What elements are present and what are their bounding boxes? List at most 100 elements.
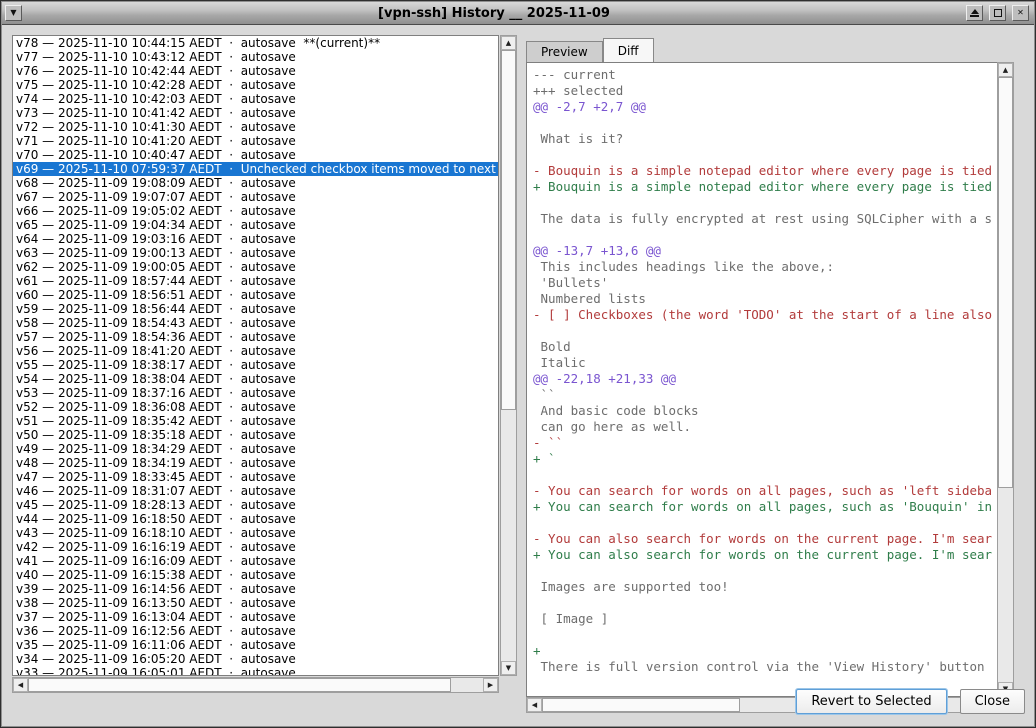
list-item[interactable]: v52 — 2025-11-09 18:36:08 AEDT · autosav…: [13, 400, 498, 414]
diff-line: [533, 195, 997, 211]
list-item[interactable]: v48 — 2025-11-09 18:34:19 AEDT · autosav…: [13, 456, 498, 470]
version-list-frame: v78 — 2025-11-10 10:44:15 AEDT · autosav…: [12, 35, 517, 693]
diff-line: + `: [533, 451, 997, 467]
list-item[interactable]: v70 — 2025-11-10 10:40:47 AEDT · autosav…: [13, 148, 498, 162]
close-window-button[interactable]: ✕: [1012, 5, 1029, 21]
diff-line: [533, 627, 997, 643]
list-item[interactable]: v74 — 2025-11-10 10:42:03 AEDT · autosav…: [13, 92, 498, 106]
scroll-left-icon[interactable]: ◀: [527, 698, 542, 712]
list-item[interactable]: v43 — 2025-11-09 16:18:10 AEDT · autosav…: [13, 526, 498, 540]
diff-line: ``: [533, 387, 997, 403]
list-item[interactable]: v60 — 2025-11-09 18:56:51 AEDT · autosav…: [13, 288, 498, 302]
scrollbar-thumb[interactable]: [501, 50, 516, 410]
maximize-button[interactable]: [989, 5, 1006, 21]
list-item[interactable]: v44 — 2025-11-09 16:18:50 AEDT · autosav…: [13, 512, 498, 526]
title-bar[interactable]: ▼ [vpn-ssh] History __ 2025-11-09 ✕: [2, 2, 1034, 25]
revert-to-selected-button[interactable]: Revert to Selected: [796, 689, 946, 714]
list-item[interactable]: v47 — 2025-11-09 18:33:45 AEDT · autosav…: [13, 470, 498, 484]
tab-preview[interactable]: Preview: [526, 41, 603, 62]
diff-line: The data is fully encrypted at rest usin…: [533, 211, 997, 227]
list-item[interactable]: v40 — 2025-11-09 16:15:38 AEDT · autosav…: [13, 568, 498, 582]
list-item[interactable]: v55 — 2025-11-09 18:38:17 AEDT · autosav…: [13, 358, 498, 372]
diff-line: Bold: [533, 339, 997, 355]
diff-line: + You can also search for words on the c…: [533, 547, 997, 563]
scroll-down-icon[interactable]: ▼: [501, 661, 516, 675]
list-item[interactable]: v56 — 2025-11-09 18:41:20 AEDT · autosav…: [13, 344, 498, 358]
list-item[interactable]: v66 — 2025-11-09 19:05:02 AEDT · autosav…: [13, 204, 498, 218]
list-item[interactable]: v33 — 2025-11-09 16:05:01 AEDT · autosav…: [13, 666, 498, 676]
shade-button[interactable]: [966, 5, 983, 21]
list-item[interactable]: v67 — 2025-11-09 19:07:07 AEDT · autosav…: [13, 190, 498, 204]
list-item[interactable]: v46 — 2025-11-09 18:31:07 AEDT · autosav…: [13, 484, 498, 498]
list-item[interactable]: v75 — 2025-11-10 10:42:28 AEDT · autosav…: [13, 78, 498, 92]
diff-line: - Bouquin is a simple notepad editor whe…: [533, 163, 997, 179]
list-item[interactable]: v78 — 2025-11-10 10:44:15 AEDT · autosav…: [13, 36, 498, 50]
diff-line: What is it?: [533, 131, 997, 147]
list-item[interactable]: v71 — 2025-11-10 10:41:20 AEDT · autosav…: [13, 134, 498, 148]
list-item[interactable]: v72 — 2025-11-10 10:41:30 AEDT · autosav…: [13, 120, 498, 134]
button-bar: Revert to Selected Close: [796, 689, 1025, 714]
list-item[interactable]: v38 — 2025-11-09 16:13:50 AEDT · autosav…: [13, 596, 498, 610]
list-item[interactable]: v65 — 2025-11-09 19:04:34 AEDT · autosav…: [13, 218, 498, 232]
list-item[interactable]: v62 — 2025-11-09 19:00:05 AEDT · autosav…: [13, 260, 498, 274]
diff-line: + You can search for words on all pages,…: [533, 499, 997, 515]
list-item[interactable]: v34 — 2025-11-09 16:05:20 AEDT · autosav…: [13, 652, 498, 666]
list-item[interactable]: v58 — 2025-11-09 18:54:43 AEDT · autosav…: [13, 316, 498, 330]
scroll-up-icon[interactable]: ▲: [998, 63, 1013, 77]
diff-line: +: [533, 643, 997, 659]
window-menu-button[interactable]: ▼: [5, 5, 22, 21]
list-item[interactable]: v51 — 2025-11-09 18:35:42 AEDT · autosav…: [13, 414, 498, 428]
diff-line: [ Image ]: [533, 611, 997, 627]
list-item[interactable]: v59 — 2025-11-09 18:56:44 AEDT · autosav…: [13, 302, 498, 316]
diff-line: can go here as well.: [533, 419, 997, 435]
diff-line: And basic code blocks: [533, 403, 997, 419]
diff-line: - You can search for words on all pages,…: [533, 483, 997, 499]
diff-text: --- current+++ selected@@ -2,7 +2,7 @@ W…: [527, 63, 997, 675]
list-item[interactable]: v77 — 2025-11-10 10:43:12 AEDT · autosav…: [13, 50, 498, 64]
list-item[interactable]: v36 — 2025-11-09 16:12:56 AEDT · autosav…: [13, 624, 498, 638]
list-item[interactable]: v69 — 2025-11-10 07:59:37 AEDT · Uncheck…: [13, 162, 498, 176]
list-item[interactable]: v37 — 2025-11-09 16:13:04 AEDT · autosav…: [13, 610, 498, 624]
list-item[interactable]: v35 — 2025-11-09 16:11:06 AEDT · autosav…: [13, 638, 498, 652]
maximize-icon: [994, 9, 1002, 17]
list-item[interactable]: v63 — 2025-11-09 19:00:13 AEDT · autosav…: [13, 246, 498, 260]
tab-diff[interactable]: Diff: [603, 38, 654, 62]
diff-vertical-scrollbar[interactable]: ▲ ▼: [997, 62, 1014, 697]
scrollbar-thumb[interactable]: [998, 77, 1013, 488]
list-item[interactable]: v42 — 2025-11-09 16:16:19 AEDT · autosav…: [13, 540, 498, 554]
scroll-left-icon[interactable]: ◀: [13, 678, 28, 692]
list-item[interactable]: v50 — 2025-11-09 18:35:18 AEDT · autosav…: [13, 428, 498, 442]
diff-view[interactable]: --- current+++ selected@@ -2,7 +2,7 @@ W…: [526, 62, 998, 697]
list-item[interactable]: v61 — 2025-11-09 18:57:44 AEDT · autosav…: [13, 274, 498, 288]
version-list[interactable]: v78 — 2025-11-10 10:44:15 AEDT · autosav…: [12, 35, 499, 676]
diff-line: - ``: [533, 435, 997, 451]
scrollbar-thumb[interactable]: [542, 698, 740, 712]
list-item[interactable]: v73 — 2025-11-10 10:41:42 AEDT · autosav…: [13, 106, 498, 120]
diff-line: [533, 563, 997, 579]
list-item[interactable]: v53 — 2025-11-09 18:37:16 AEDT · autosav…: [13, 386, 498, 400]
shade-icon: [970, 9, 979, 17]
list-item[interactable]: v45 — 2025-11-09 18:28:13 AEDT · autosav…: [13, 498, 498, 512]
scroll-up-icon[interactable]: ▲: [501, 36, 516, 50]
list-item[interactable]: v76 — 2025-11-10 10:42:44 AEDT · autosav…: [13, 64, 498, 78]
menu-icon: ▼: [10, 9, 16, 17]
scrollbar-thumb[interactable]: [28, 678, 451, 692]
diff-line: [533, 147, 997, 163]
list-item[interactable]: v64 — 2025-11-09 19:03:16 AEDT · autosav…: [13, 232, 498, 246]
window-body: v78 — 2025-11-10 10:44:15 AEDT · autosav…: [2, 25, 1034, 726]
list-item[interactable]: v68 — 2025-11-09 19:08:09 AEDT · autosav…: [13, 176, 498, 190]
diff-line: Italic: [533, 355, 997, 371]
diff-line: Images are supported too!: [533, 579, 997, 595]
version-list-horizontal-scrollbar[interactable]: ◀ ▶: [12, 677, 499, 693]
list-item[interactable]: v54 — 2025-11-09 18:38:04 AEDT · autosav…: [13, 372, 498, 386]
list-item[interactable]: v39 — 2025-11-09 16:14:56 AEDT · autosav…: [13, 582, 498, 596]
list-item[interactable]: v41 — 2025-11-09 16:16:09 AEDT · autosav…: [13, 554, 498, 568]
list-item[interactable]: v49 — 2025-11-09 18:34:29 AEDT · autosav…: [13, 442, 498, 456]
version-list-vertical-scrollbar[interactable]: ▲ ▼: [500, 35, 517, 676]
list-item[interactable]: v57 — 2025-11-09 18:54:36 AEDT · autosav…: [13, 330, 498, 344]
diff-line: There is full version control via the 'V…: [533, 659, 997, 675]
diff-line: This includes headings like the above,:: [533, 259, 997, 275]
diff-line: [533, 595, 997, 611]
close-button[interactable]: Close: [960, 689, 1025, 714]
scroll-right-icon[interactable]: ▶: [483, 678, 498, 692]
